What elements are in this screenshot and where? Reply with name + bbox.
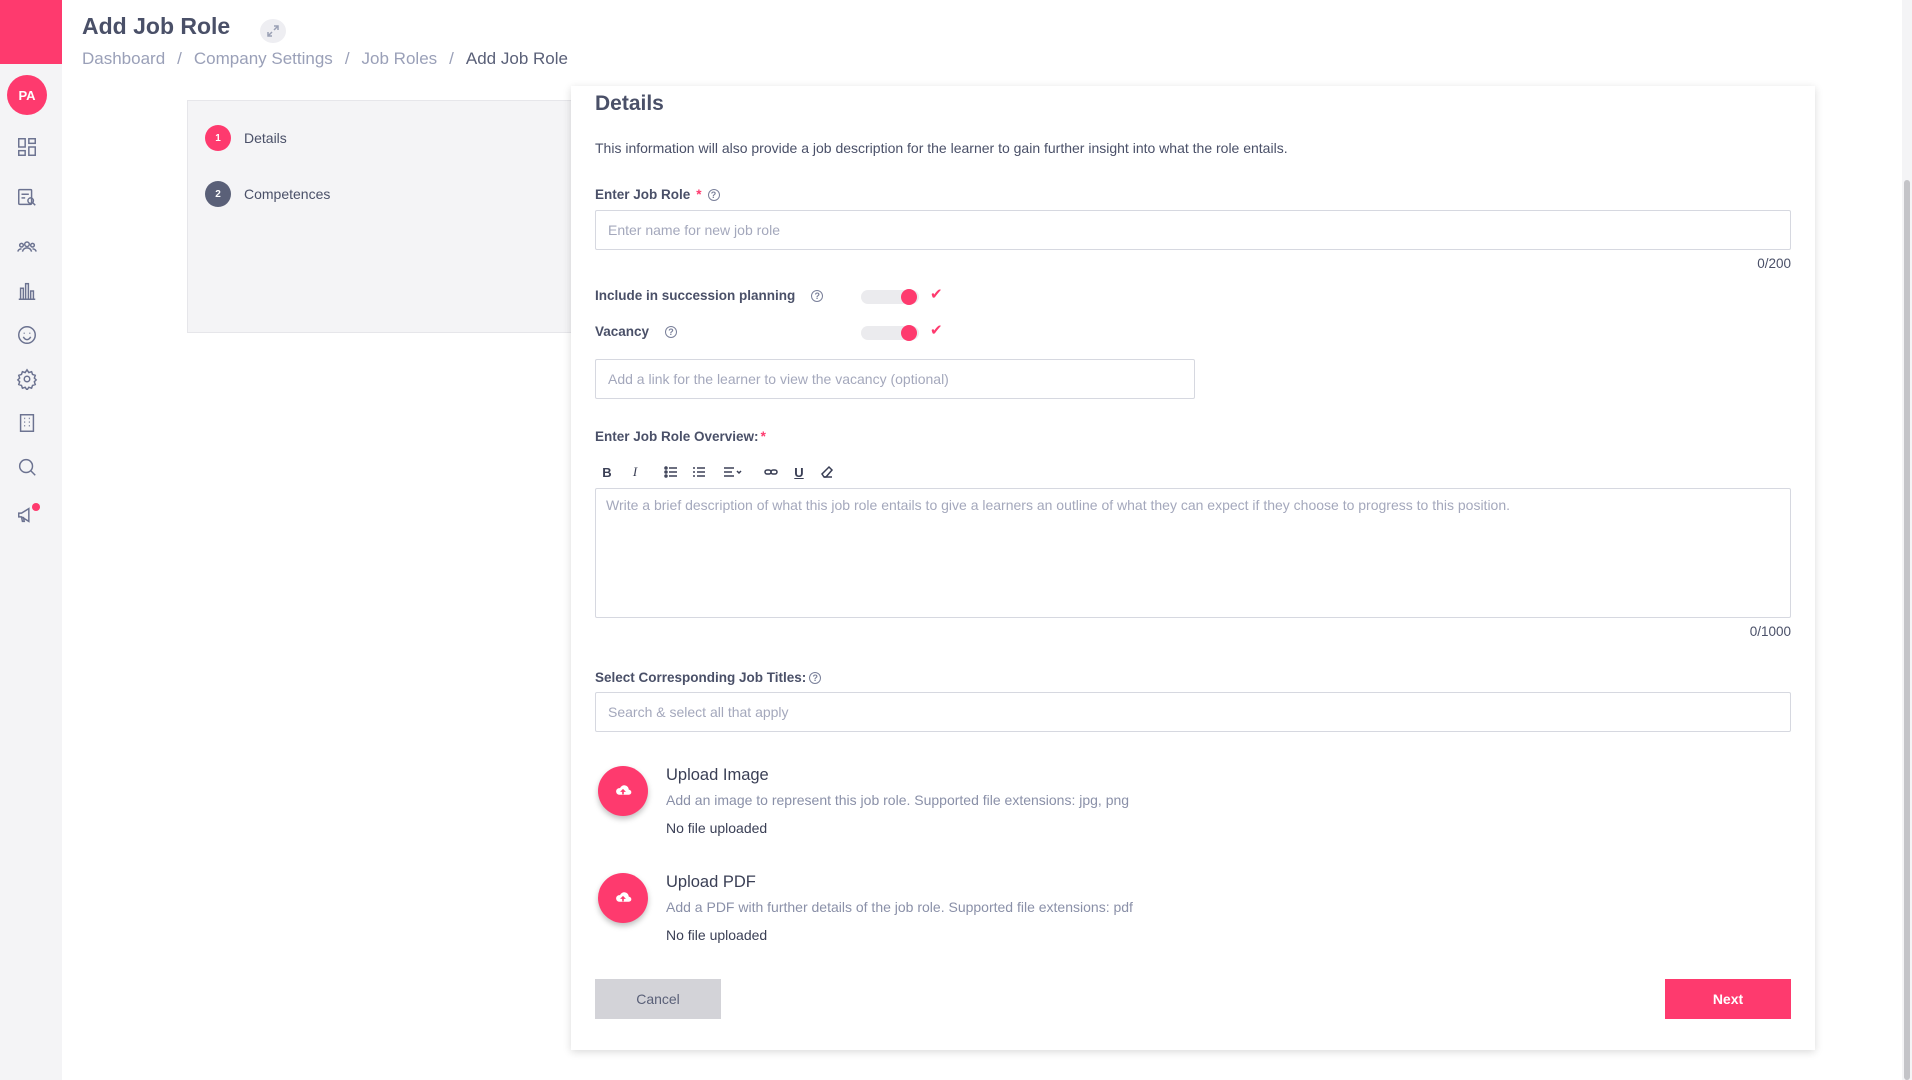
upload-image-title: Upload Image xyxy=(666,766,769,784)
underline-button[interactable]: U xyxy=(787,460,811,484)
align-dropdown[interactable] xyxy=(715,460,751,484)
chart-icon[interactable] xyxy=(14,278,40,304)
dashboard-icon[interactable] xyxy=(14,134,40,160)
details-card: Details This information will also provi… xyxy=(571,86,1815,1050)
step-label: Details xyxy=(244,130,287,146)
italic-button[interactable]: I xyxy=(623,460,647,484)
upload-image-status: No file uploaded xyxy=(666,820,768,836)
upload-pdf-title: Upload PDF xyxy=(666,873,756,891)
vacancy-link-input[interactable]: Add a link for the learner to view the v… xyxy=(595,359,1195,399)
succession-toggle[interactable] xyxy=(861,286,919,308)
expand-button[interactable] xyxy=(260,19,286,43)
smile-icon[interactable] xyxy=(14,322,40,348)
editor-toolbar: B I U xyxy=(595,460,839,484)
overview-textarea[interactable]: Write a brief description of what this j… xyxy=(595,488,1791,618)
step-number: 1 xyxy=(205,125,231,151)
breadcrumb-current: Add Job Role xyxy=(465,49,568,68)
megaphone-icon[interactable] xyxy=(14,502,40,528)
section-heading: Details xyxy=(595,92,664,115)
step-number: 2 xyxy=(205,181,231,207)
required-marker: * xyxy=(696,187,702,202)
job-role-label: Enter Job Role * ? xyxy=(595,187,720,202)
help-icon[interactable]: ? xyxy=(809,671,822,684)
people-icon[interactable] xyxy=(14,234,40,260)
step-label: Competences xyxy=(244,186,331,202)
link-button[interactable] xyxy=(759,460,783,484)
step-competences[interactable]: 2 Competences xyxy=(205,181,330,207)
expand-icon xyxy=(267,25,279,37)
link-icon xyxy=(764,469,778,475)
upload-image-button[interactable] xyxy=(598,766,648,816)
overview-label: Enter Job Role Overview: * xyxy=(595,429,766,444)
upload-pdf-status: No file uploaded xyxy=(666,927,768,943)
numbered-list-button[interactable] xyxy=(687,460,711,484)
vacancy-label: Vacancy ? xyxy=(595,324,678,339)
help-icon[interactable]: ? xyxy=(707,188,720,201)
breadcrumb: Dashboard / Company Settings / Job Roles… xyxy=(82,49,568,69)
next-button[interactable]: Next xyxy=(1665,979,1791,1019)
search-icon[interactable] xyxy=(14,454,40,480)
breadcrumb-separator: / xyxy=(177,49,182,68)
job-titles-label: Select Corresponding Job Titles: ? xyxy=(595,670,822,685)
clear-format-button[interactable] xyxy=(815,460,839,484)
cloud-upload-icon xyxy=(616,892,632,902)
breadcrumb-separator: / xyxy=(344,49,350,68)
numbered-list-icon xyxy=(693,467,705,477)
brand-logo[interactable] xyxy=(0,0,62,64)
building-icon[interactable] xyxy=(14,410,40,436)
page-scrollbar[interactable] xyxy=(1902,0,1912,1080)
breadcrumb-company-settings[interactable]: Company Settings xyxy=(194,49,333,69)
upload-pdf-button[interactable] xyxy=(598,873,648,923)
bullet-list-icon xyxy=(664,466,677,478)
help-icon[interactable]: ? xyxy=(665,325,678,338)
step-details[interactable]: 1 Details xyxy=(205,125,287,151)
eraser-icon xyxy=(821,465,834,478)
steps-panel: 1 Details 2 Competences xyxy=(187,100,572,333)
overview-counter: 0/1000 xyxy=(1749,624,1791,639)
job-role-counter: 0/200 xyxy=(1757,256,1791,271)
scrollbar-thumb[interactable] xyxy=(1904,180,1910,1080)
vacancy-toggle[interactable] xyxy=(861,322,919,344)
bold-button[interactable]: B xyxy=(595,460,619,484)
bullet-list-button[interactable] xyxy=(659,460,683,484)
notification-dot xyxy=(32,503,40,511)
help-icon[interactable]: ? xyxy=(811,289,824,302)
succession-label: Include in succession planning ? xyxy=(595,288,824,303)
upload-image-description: Add an image to represent this job role.… xyxy=(666,792,1130,808)
page-title: Add Job Role xyxy=(82,13,231,39)
breadcrumb-dashboard[interactable]: Dashboard xyxy=(82,49,165,69)
cancel-button[interactable]: Cancel xyxy=(595,979,721,1019)
search-report-icon[interactable] xyxy=(14,184,40,210)
required-marker: * xyxy=(760,429,766,444)
cloud-upload-icon xyxy=(616,785,632,795)
gear-icon[interactable] xyxy=(14,366,40,392)
breadcrumb-job-roles[interactable]: Job Roles xyxy=(362,49,438,69)
job-titles-select[interactable]: Search & select all that apply xyxy=(595,692,1791,732)
section-description: This information will also provide a job… xyxy=(595,140,1288,156)
breadcrumb-separator: / xyxy=(449,49,454,68)
job-role-input[interactable]: Enter name for new job role xyxy=(595,210,1791,250)
check-icon: ✔ xyxy=(930,322,943,339)
sidebar: PA xyxy=(0,0,62,1080)
align-icon xyxy=(724,467,742,477)
upload-pdf-description: Add a PDF with further details of the jo… xyxy=(666,899,1133,915)
check-icon: ✔ xyxy=(930,286,943,303)
avatar[interactable]: PA xyxy=(7,75,47,115)
